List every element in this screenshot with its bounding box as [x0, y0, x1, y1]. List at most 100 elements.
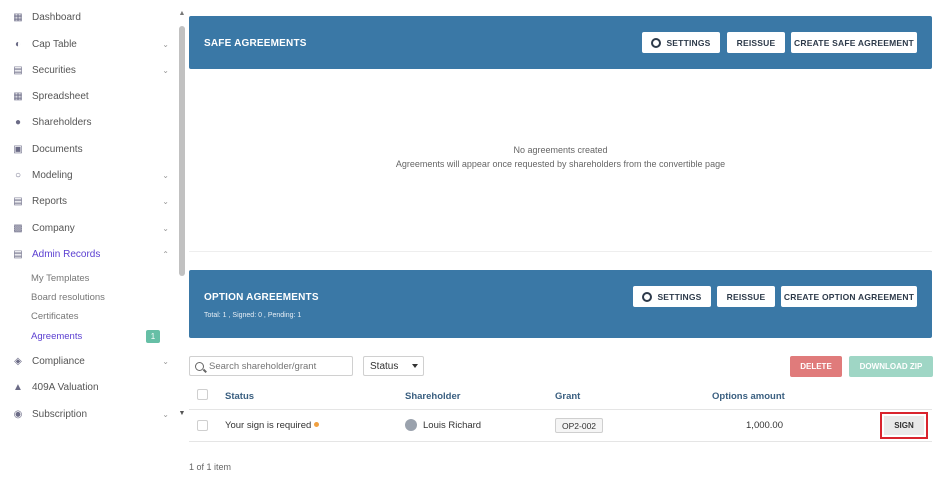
safe-agreements-header: SAFE AGREEMENTS SETTINGS REISSUE CREATE …	[189, 16, 932, 69]
sidebar-item-label: Documents	[32, 143, 83, 155]
gear-icon	[651, 37, 662, 48]
chart-icon: ▲	[13, 381, 23, 393]
search-input[interactable]	[209, 360, 349, 372]
create-safe-agreement-button[interactable]: CREATE SAFE AGREEMENT	[791, 32, 917, 53]
divider	[189, 251, 932, 252]
sidebar-item-documents[interactable]: ▣ Documents	[12, 139, 177, 159]
sidebar-item-label: Admin Records	[32, 248, 101, 260]
sidebar-item-label: Modeling	[32, 169, 73, 181]
sidebar-item-spreadsheet[interactable]: ▦ Spreadsheet	[12, 86, 177, 106]
column-header-options-amount[interactable]: Options amount	[712, 391, 785, 402]
sidebar-item-admin-records[interactable]: ▤ Admin Records ⌃	[12, 244, 177, 264]
row-checkbox[interactable]	[197, 420, 208, 431]
options-amount-cell: 1,000.00	[746, 420, 783, 431]
sidebar-item-subscription[interactable]: ◉ Subscription ⌄	[12, 404, 177, 424]
sidebar-subitem-my-templates[interactable]: My Templates	[31, 270, 166, 286]
pending-dot-icon	[314, 422, 320, 427]
safe-settings-button[interactable]: SETTINGS	[642, 32, 720, 53]
folder-icon: ▣	[13, 143, 23, 155]
sidebar-subitem-label: Certificates	[31, 310, 79, 322]
sidebar-item-label: Company	[32, 222, 75, 234]
chevron-down-icon: ⌄	[162, 409, 169, 419]
user-icon: ●	[14, 116, 22, 128]
table-row-divider	[189, 441, 932, 442]
grid-icon: ▦	[13, 90, 23, 102]
status-text: Your sign is required	[225, 420, 312, 431]
option-agreements-title: OPTION AGREEMENTS	[204, 292, 319, 303]
sidebar-item-label: Subscription	[32, 408, 88, 420]
chevron-down-icon: ⌄	[162, 170, 169, 180]
option-reissue-button[interactable]: REISSUE	[717, 286, 775, 307]
chevron-down-icon: ⌄	[162, 39, 169, 49]
option-settings-button[interactable]: SETTINGS	[633, 286, 711, 307]
scroll-thumb[interactable]	[179, 26, 185, 276]
empty-state-description: Agreements will appear once requested by…	[395, 159, 726, 169]
sidebar-subitem-label: My Templates	[31, 272, 90, 284]
sidebar-subitem-board-resolutions[interactable]: Board resolutions	[31, 289, 166, 305]
shield-check-icon: ◈	[14, 355, 22, 367]
column-header-shareholder[interactable]: Shareholder	[405, 391, 460, 402]
button-label: SETTINGS	[657, 291, 702, 302]
status-cell: Your sign is required	[225, 420, 320, 431]
lightbulb-icon: ○	[14, 169, 22, 181]
sidebar-item-label: 409A Valuation	[32, 381, 99, 393]
sign-button[interactable]: SIGN	[880, 412, 928, 439]
safe-agreements-title: SAFE AGREEMENTS	[204, 38, 307, 49]
sidebar-item-label: Reports	[32, 195, 68, 207]
column-header-status[interactable]: Status	[225, 391, 254, 402]
chevron-down-icon: ⌄	[162, 65, 169, 75]
column-header-grant[interactable]: Grant	[555, 391, 580, 402]
search-icon	[195, 361, 204, 371]
scroll-up-arrow-icon[interactable]: ▲	[178, 10, 186, 18]
pie-chart-icon: ◐	[14, 38, 22, 50]
delete-button[interactable]: DELETE	[790, 356, 842, 377]
count-badge: 1	[146, 330, 160, 343]
sidebar-subitem-certificates[interactable]: Certificates	[31, 308, 166, 324]
option-agreements-header: OPTION AGREEMENTS Total: 1 , Signed: 0 ,…	[189, 270, 932, 338]
records-icon: ▤	[13, 248, 23, 260]
sidebar-item-409a-valuation[interactable]: ▲ 409A Valuation	[12, 377, 177, 397]
pagination-count: 1 of 1 item	[189, 462, 232, 472]
sidebar-item-label: Spreadsheet	[32, 90, 89, 102]
sidebar-item-securities[interactable]: ▤ Securities ⌄	[12, 60, 177, 80]
sidebar-scrollbar[interactable]: ▲ ▼	[178, 10, 186, 420]
select-all-checkbox[interactable]	[197, 389, 208, 400]
sidebar-item-modeling[interactable]: ○ Modeling ⌄	[12, 165, 177, 185]
sidebar-item-label: Shareholders	[32, 116, 92, 128]
sidebar-item-compliance[interactable]: ◈ Compliance ⌄	[12, 351, 177, 371]
sidebar-item-label: Dashboard	[32, 11, 81, 23]
table-header-divider	[189, 409, 932, 410]
scroll-down-arrow-icon[interactable]: ▼	[178, 410, 186, 418]
sidebar-subitem-label: Agreements	[31, 330, 83, 342]
select-value: Status	[370, 360, 399, 372]
building-icon: ▩	[13, 222, 23, 234]
clipboard-icon: ▤	[13, 64, 23, 76]
chevron-down-icon: ⌄	[162, 356, 169, 366]
sidebar-item-company[interactable]: ▩ Company ⌄	[12, 218, 177, 238]
sidebar-item-reports[interactable]: ▤ Reports ⌄	[12, 191, 177, 211]
sidebar-item-label: Compliance	[32, 355, 85, 367]
option-agreements-summary: Total: 1 , Signed: 0 , Pending: 1	[204, 312, 302, 319]
caret-down-icon	[412, 364, 418, 368]
avatar	[405, 419, 417, 431]
sign-button-label: SIGN	[884, 416, 924, 435]
dollar-icon: ◉	[13, 408, 23, 420]
empty-state-title: No agreements created	[513, 145, 608, 155]
sidebar-subitem-label: Board resolutions	[31, 291, 105, 303]
safe-reissue-button[interactable]: REISSUE	[727, 32, 785, 53]
sidebar: ▦ Dashboard ◐ Cap Table ⌄ ▤ Securities ⌄…	[0, 0, 178, 480]
grant-tag: OP2-002	[555, 418, 604, 433]
report-icon: ▤	[13, 195, 23, 207]
sidebar-item-cap-table[interactable]: ◐ Cap Table ⌄	[12, 34, 177, 54]
sidebar-item-shareholders[interactable]: ● Shareholders	[12, 112, 177, 132]
chevron-down-icon: ⌄	[162, 223, 169, 233]
sidebar-item-label: Securities	[32, 64, 76, 76]
sidebar-item-label: Cap Table	[32, 38, 77, 50]
download-zip-button[interactable]: DOWNLOAD ZIP	[849, 356, 933, 377]
search-field[interactable]	[189, 356, 353, 376]
chevron-down-icon: ⌄	[162, 196, 169, 206]
sidebar-item-dashboard[interactable]: ▦ Dashboard	[12, 7, 177, 27]
sidebar-subitem-agreements[interactable]: Agreements 1	[31, 328, 166, 344]
create-option-agreement-button[interactable]: CREATE OPTION AGREEMENT	[781, 286, 917, 307]
status-filter-select[interactable]: Status	[363, 356, 424, 376]
